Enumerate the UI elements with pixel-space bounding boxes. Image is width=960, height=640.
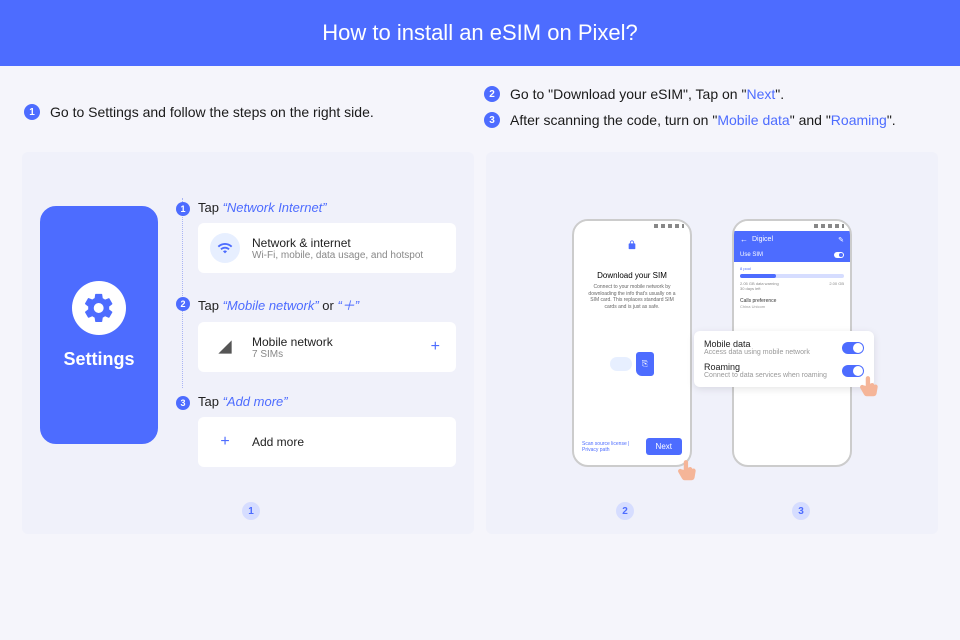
carrier-header: ← Digicel ✎ (734, 231, 850, 248)
step-3-num: 3 (176, 396, 190, 410)
mobile-network-card[interactable]: Mobile network 7 SIMs + (198, 322, 456, 372)
cloud-icon (610, 357, 632, 371)
step-2-label: Tap “Mobile network” or “＋” (198, 295, 456, 314)
step-3: 3 Tap “Add more” + Add more (176, 394, 456, 467)
panel-2-3: Download your SIM Connect to your mobile… (486, 152, 938, 534)
download-sim-illustration: ⎘ (574, 334, 690, 394)
panel-1-number: 1 (242, 502, 260, 520)
card-title: Add more (252, 435, 444, 449)
instruction-1: 1 Go to Settings and follow the steps on… (24, 104, 424, 120)
badge-1: 1 (24, 104, 40, 120)
status-bar (734, 221, 850, 231)
use-sim-row[interactable]: Use SIM (734, 248, 850, 262)
status-bar (574, 221, 690, 231)
calls-preference[interactable]: Calls preference China Unicom (734, 295, 850, 312)
next-button[interactable]: Next (646, 438, 682, 455)
footer-links[interactable]: Scan source license | Privacy path (582, 441, 646, 453)
instruction-3: 3 After scanning the code, turn on "Mobi… (484, 112, 936, 128)
toggle-icon[interactable] (834, 252, 844, 258)
settings-label: Settings (63, 349, 134, 370)
data-usage-bar (740, 274, 844, 278)
step-1-num: 1 (176, 202, 190, 216)
page-header: How to install an eSIM on Pixel? (0, 0, 960, 66)
download-sim-phone: Download your SIM Connect to your mobile… (572, 219, 692, 467)
edit-icon[interactable]: ✎ (838, 236, 844, 244)
hand-pointer-icon (674, 457, 700, 485)
hand-pointer-icon (856, 373, 882, 401)
highlight-next: Next (746, 86, 775, 102)
plan-label: 8 pool (740, 266, 844, 271)
panels-row: Settings 1 Tap “Network Internet” Networ… (0, 146, 960, 556)
step-1: 1 Tap “Network Internet” Network & inter… (176, 200, 456, 273)
toggles-overlay: Mobile data Access data using mobile net… (694, 331, 874, 387)
instructions-row: 1 Go to Settings and follow the steps on… (0, 66, 960, 146)
network-internet-card[interactable]: Network & internet Wi-Fi, mobile, data u… (198, 223, 456, 273)
instruction-2-text: Go to "Download your eSIM", Tap on "Next… (510, 86, 784, 102)
card-sub: Wi-Fi, mobile, data usage, and hotspot (252, 250, 444, 261)
plus-icon[interactable]: + (431, 338, 444, 356)
step-2: 2 Tap “Mobile network” or “＋” Mobile net… (176, 295, 456, 372)
instruction-1-text: Go to Settings and follow the steps on t… (50, 104, 374, 120)
card-title: Network & internet (252, 236, 444, 250)
download-sim-title: Download your SIM (574, 255, 690, 284)
download-sim-sub: Connect to your mobile network by downlo… (574, 284, 690, 310)
instruction-2: 2 Go to "Download your eSIM", Tap on "Ne… (484, 86, 936, 102)
sim-icon: ⎘ (636, 352, 654, 376)
lock-icon (627, 240, 637, 250)
steps-column: 1 Tap “Network Internet” Network & inter… (176, 170, 456, 516)
mobile-data-row[interactable]: Mobile data Access data using mobile net… (704, 339, 864, 356)
signal-icon (210, 332, 240, 362)
roaming-row[interactable]: Roaming Connect to data services when ro… (704, 362, 864, 379)
highlight-mobile-data: Mobile data (717, 112, 789, 128)
wifi-icon (210, 233, 240, 263)
badge-3: 3 (484, 112, 500, 128)
panel-2-number: 2 (616, 502, 634, 520)
highlight-roaming: Roaming (831, 112, 887, 128)
gear-icon (72, 281, 126, 335)
card-title: Mobile network (252, 335, 419, 349)
card-sub: 7 SIMs (252, 349, 419, 360)
page-title: How to install an eSIM on Pixel? (322, 20, 638, 46)
panel-3-number: 3 (792, 502, 810, 520)
settings-phone: Settings (40, 206, 158, 444)
badge-2: 2 (484, 86, 500, 102)
step-2-num: 2 (176, 297, 190, 311)
step-1-label: Tap “Network Internet” (198, 200, 456, 215)
mobile-data-toggle[interactable] (842, 342, 864, 354)
plus-icon: + (210, 427, 240, 457)
add-more-card[interactable]: + Add more (198, 417, 456, 467)
step-3-label: Tap “Add more” (198, 394, 456, 409)
instruction-3-text: After scanning the code, turn on "Mobile… (510, 112, 896, 128)
panel-1: Settings 1 Tap “Network Internet” Networ… (22, 152, 474, 534)
